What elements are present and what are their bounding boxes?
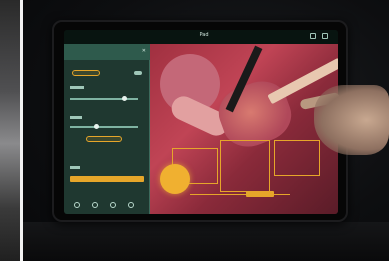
record-button[interactable]	[160, 164, 190, 194]
panel-toggle[interactable]	[134, 71, 142, 75]
video-frame[interactable]	[150, 44, 338, 214]
app-top-bar: Pad	[64, 30, 338, 44]
app-title: Pad	[199, 32, 209, 38]
overlay-tag[interactable]	[246, 191, 274, 197]
panel-header: ✕	[64, 44, 150, 60]
adjacent-photo-strip	[0, 0, 20, 261]
camera-icon[interactable]	[74, 202, 80, 208]
grid-icon[interactable]	[128, 202, 134, 208]
photo: Pad ✕	[0, 0, 389, 261]
settings-icon[interactable]	[110, 202, 116, 208]
panel-option-button[interactable]	[72, 70, 100, 76]
close-icon[interactable]: ✕	[142, 48, 146, 54]
panel-progress-bar[interactable]	[70, 176, 144, 182]
menu-icon[interactable]	[322, 33, 328, 39]
mic-icon[interactable]	[92, 202, 98, 208]
overlay-guide-line	[190, 194, 290, 195]
slider-track-1[interactable]	[70, 98, 138, 100]
tablet-screen: Pad ✕	[64, 30, 338, 214]
panel-label-2	[70, 116, 82, 119]
desk-surface	[23, 222, 389, 261]
slider-knob-2[interactable]	[94, 124, 99, 129]
slider-track-2[interactable]	[70, 126, 138, 128]
user-hand	[314, 85, 389, 155]
slider-knob-1[interactable]	[122, 96, 127, 101]
overlay-region-3[interactable]	[274, 140, 320, 176]
tablet-device: Pad ✕	[52, 20, 348, 222]
share-icon[interactable]	[310, 33, 316, 39]
panel-label-3	[70, 166, 80, 169]
panel-label-1	[70, 86, 84, 89]
panel-action-button[interactable]	[86, 136, 122, 142]
overlay-region-2[interactable]	[220, 140, 270, 192]
settings-panel: ✕	[64, 44, 150, 214]
